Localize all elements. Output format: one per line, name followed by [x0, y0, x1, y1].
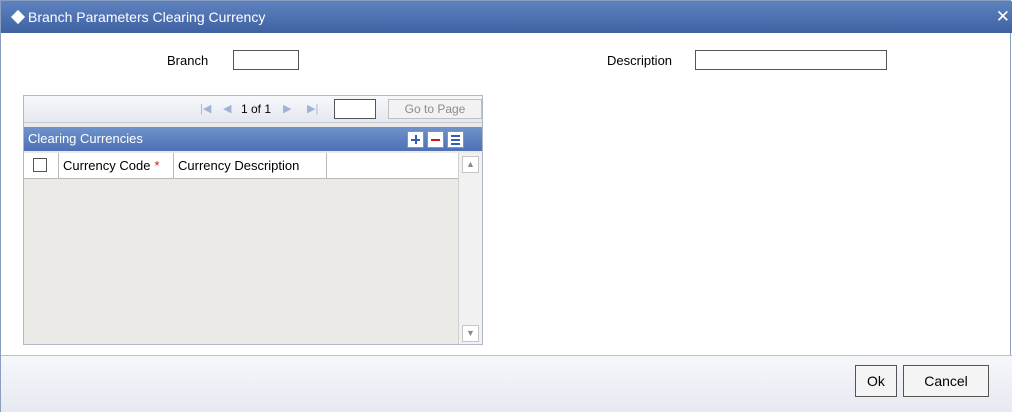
- first-page-icon[interactable]: |◀: [200, 102, 211, 115]
- vertical-scrollbar[interactable]: ▲ ▼: [458, 153, 482, 344]
- delete-row-button[interactable]: [427, 131, 444, 148]
- currency-code-header-label: Currency Code: [63, 158, 151, 173]
- ok-button[interactable]: Ok: [855, 365, 897, 397]
- minus-icon: [431, 139, 440, 141]
- column-header-currency-description[interactable]: Currency Description: [174, 153, 327, 178]
- close-icon[interactable]: ✕: [996, 7, 1010, 27]
- page-indicator: 1 of 1: [241, 102, 272, 116]
- title-bar[interactable]: Branch Parameters Clearing Currency ✕: [1, 1, 1012, 33]
- scroll-down-icon[interactable]: ▼: [462, 325, 479, 342]
- dialog-window: Branch Parameters Clearing Currency ✕ Br…: [0, 0, 1012, 412]
- scroll-up-icon[interactable]: ▲: [462, 156, 479, 173]
- description-input[interactable]: [695, 50, 887, 70]
- branch-label: Branch: [167, 53, 209, 68]
- select-all-cell: [24, 153, 59, 178]
- clearing-currencies-grid: |◀ ◀ 1 of 1 ▶ ▶| Go to Page Clearing Cur…: [23, 95, 483, 345]
- branch-input[interactable]: [233, 50, 299, 70]
- last-page-icon[interactable]: ▶|: [307, 102, 318, 115]
- diamond-icon: [10, 9, 26, 25]
- column-header-currency-code[interactable]: Currency Code *: [59, 153, 174, 178]
- prev-page-icon[interactable]: ◀: [223, 102, 231, 115]
- add-row-button[interactable]: [407, 131, 424, 148]
- page-number-input[interactable]: [334, 99, 376, 119]
- go-to-page-button[interactable]: Go to Page: [388, 99, 482, 119]
- required-marker: *: [154, 158, 160, 173]
- grid-title: Clearing Currencies: [28, 131, 143, 146]
- description-label: Description: [607, 53, 673, 68]
- pager-bar: |◀ ◀ 1 of 1 ▶ ▶| Go to Page: [24, 96, 482, 123]
- dialog-footer: Ok Cancel: [1, 355, 1012, 412]
- grid-section-header: Clearing Currencies: [24, 127, 482, 151]
- column-header-row: Currency Code * Currency Description: [24, 153, 458, 179]
- next-page-icon[interactable]: ▶: [283, 102, 291, 115]
- list-icon: [451, 135, 460, 137]
- single-view-button[interactable]: [447, 131, 464, 148]
- cancel-button[interactable]: Cancel: [903, 365, 989, 397]
- select-all-checkbox[interactable]: [33, 158, 47, 172]
- currency-description-header-label: Currency Description: [178, 158, 300, 173]
- window-title: Branch Parameters Clearing Currency: [28, 9, 266, 25]
